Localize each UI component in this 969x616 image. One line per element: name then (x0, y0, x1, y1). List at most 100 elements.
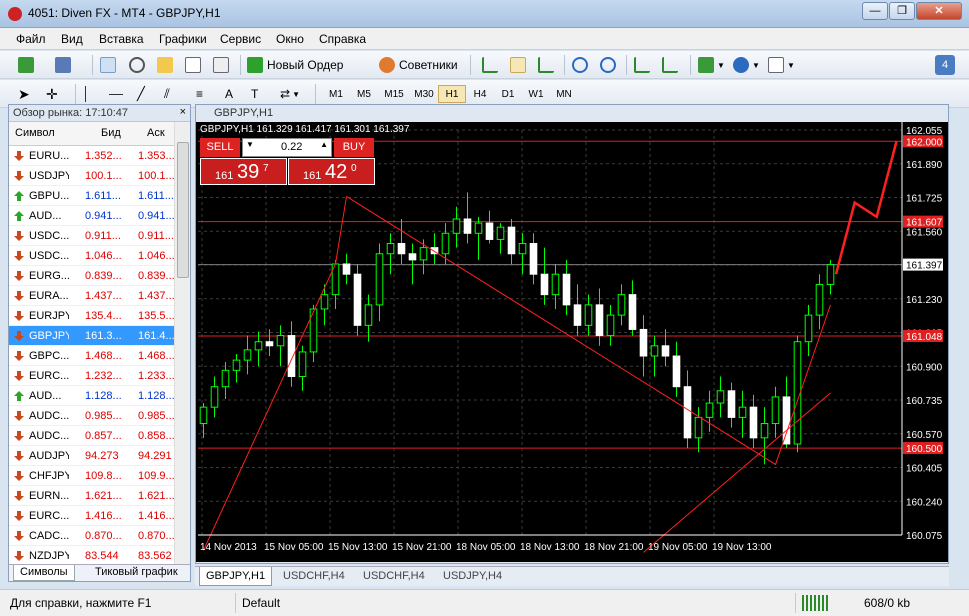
market-watch-row[interactable]: AUD... 0.941... 0.941... (9, 206, 174, 226)
volume-field[interactable]: ▼ 0.22 ▲ (242, 138, 332, 157)
menu-charts[interactable]: Графики (159, 32, 207, 46)
sell-price-box[interactable]: 161 39 7 (200, 158, 287, 185)
market-watch-row[interactable]: AUD... 1.128... 1.128... (9, 386, 174, 406)
chart-tab[interactable]: USDJPY,H4 (437, 567, 508, 586)
market-watch-row[interactable]: EURJPY 135.4... 135.5... (9, 306, 174, 326)
new-chart-button[interactable] (18, 55, 34, 75)
candle-chart-button[interactable] (510, 55, 526, 75)
timeframe-h1[interactable]: H1 (438, 85, 466, 103)
bar-chart-button[interactable] (482, 55, 498, 75)
horizontal-line-button[interactable] (109, 84, 123, 104)
candle-body (584, 304, 593, 326)
market-watch-row[interactable]: AUDC... 0.857... 0.858... (9, 426, 174, 446)
message-badge[interactable]: 4 (935, 55, 955, 75)
timeframe-m15[interactable]: M15 (378, 85, 410, 103)
sell-button[interactable]: SELL (200, 138, 240, 157)
timeframe-d1[interactable]: D1 (494, 85, 522, 103)
market-watch-row[interactable]: EURU... 1.352... 1.353... (9, 146, 174, 166)
buy-button[interactable]: BUY (334, 138, 374, 157)
market-watch-row[interactable]: AUDC... 0.985... 0.985... (9, 406, 174, 426)
text-label-button[interactable]: T (251, 84, 258, 104)
chart-tab[interactable]: GBPJPY,H1 (199, 567, 273, 586)
text-button[interactable]: A (225, 84, 233, 104)
menu-file[interactable]: Файл (16, 32, 46, 46)
channel-button[interactable]: ⫽ (164, 84, 170, 104)
maximize-button[interactable]: ❐ (889, 2, 915, 20)
timeframe-m1[interactable]: M1 (322, 85, 350, 103)
chart-window-title: GBPJPY,H1 (214, 107, 274, 119)
trendline-button[interactable]: ╱ (137, 84, 145, 104)
market-watch-row[interactable]: GBPU... 1.611... 1.611... (9, 186, 174, 206)
column-bid[interactable]: Бид (101, 127, 121, 139)
cursor-button[interactable]: ➤ (18, 84, 30, 104)
chart-tab[interactable]: USDCHF,H4 (277, 567, 351, 586)
chart-tab[interactable]: USDCHF,H4 (357, 567, 431, 586)
market-watch-scrollbar[interactable] (174, 122, 190, 566)
menu-view[interactable]: Вид (61, 32, 83, 46)
zoom-in-button[interactable] (572, 55, 588, 75)
market-watch-row[interactable]: NZDJPY 83.544 83.562 (9, 546, 174, 566)
market-watch-row[interactable]: EURG... 0.839... 0.839... (9, 266, 174, 286)
market-watch-row[interactable]: USDJPY 100.1... 100.1... (9, 166, 174, 186)
crosshair-button[interactable]: ✛ (46, 84, 58, 104)
timeframe-m5[interactable]: M5 (350, 85, 378, 103)
templates-button[interactable]: ▼ (768, 55, 795, 75)
minimize-button[interactable]: — (862, 2, 888, 20)
candle-body (573, 304, 582, 326)
timeframe-m30[interactable]: M30 (410, 85, 438, 103)
navigator-toggle[interactable] (157, 55, 173, 75)
timeframe-mn[interactable]: MN (550, 85, 578, 103)
scrollbar-thumb[interactable] (177, 142, 189, 278)
tab-symbols[interactable]: Символы (13, 565, 75, 581)
buy-price-prefix: 161 (303, 170, 322, 182)
row-bid: 1.128... (85, 390, 122, 402)
tester-toggle[interactable] (213, 55, 229, 75)
volume-down-icon[interactable]: ▼ (246, 140, 254, 149)
indicators-button[interactable]: ▼ (698, 55, 725, 75)
menu-window[interactable]: Окно (276, 32, 304, 46)
zoom-out-button[interactable] (600, 55, 616, 75)
line-chart-button[interactable] (538, 55, 554, 75)
column-ask[interactable]: Аск (147, 127, 165, 139)
timeframe-w1[interactable]: W1 (522, 85, 550, 103)
autoscroll-button[interactable] (662, 55, 678, 75)
menu-insert[interactable]: Вставка (99, 32, 144, 46)
volume-up-icon[interactable]: ▲ (320, 140, 328, 149)
market-watch-toggle[interactable] (100, 55, 116, 75)
market-watch-row[interactable]: CHFJPY 109.8... 109.9... (9, 466, 174, 486)
candle-body (474, 222, 483, 234)
market-watch-row[interactable]: AUDJPY 94.273 94.291 (9, 446, 174, 466)
market-watch-row[interactable]: EURC... 1.232... 1.233... (9, 366, 174, 386)
market-watch-row[interactable]: USDC... 0.911... 0.911... (9, 226, 174, 246)
menu-tools[interactable]: Сервис (220, 32, 261, 46)
fibonacci-button[interactable]: ≡ (196, 84, 203, 104)
column-symbol[interactable]: Символ (15, 127, 55, 139)
price-chart[interactable]: 162.055161.890161.725161.560161.230161.0… (196, 122, 948, 562)
profiles-button[interactable] (55, 55, 71, 75)
menu-help[interactable]: Справка (319, 32, 366, 46)
market-watch-row[interactable]: GBPJPY 161.3... 161.4... (9, 326, 174, 346)
periods-button[interactable]: ▼ (733, 55, 760, 75)
candle-body (309, 308, 318, 353)
chart-shift-button[interactable] (634, 55, 650, 75)
buy-price-box[interactable]: 161 42 0 (288, 158, 375, 185)
vertical-line-button[interactable] (85, 84, 86, 104)
market-watch-row[interactable]: GBPC... 1.468... 1.468... (9, 346, 174, 366)
fibonacci-icon: ≡ (196, 87, 204, 101)
chart-area[interactable]: 162.055161.890161.725161.560161.230161.0… (196, 122, 948, 562)
advisors-button[interactable]: Советники (379, 55, 458, 75)
candle-body (452, 218, 461, 234)
terminal-toggle[interactable] (185, 55, 201, 75)
timeframe-h4[interactable]: H4 (466, 85, 494, 103)
tab-tick-chart[interactable]: Тиковый график (89, 565, 184, 581)
market-watch-row[interactable]: EURN... 1.621... 1.621... (9, 486, 174, 506)
market-watch-row[interactable]: EURA... 1.437... 1.437... (9, 286, 174, 306)
new-order-button[interactable]: Новый Ордер (247, 55, 343, 75)
market-watch-row[interactable]: EURC... 1.416... 1.416... (9, 506, 174, 526)
market-watch-row[interactable]: CADC... 0.870... 0.870... (9, 526, 174, 546)
close-button[interactable]: ✕ (916, 2, 962, 20)
data-window-toggle[interactable] (129, 55, 145, 75)
arrows-button[interactable]: ⇄ ▼ (280, 84, 300, 104)
close-icon[interactable]: × (180, 106, 186, 118)
market-watch-row[interactable]: USDC... 1.046... 1.046... (9, 246, 174, 266)
